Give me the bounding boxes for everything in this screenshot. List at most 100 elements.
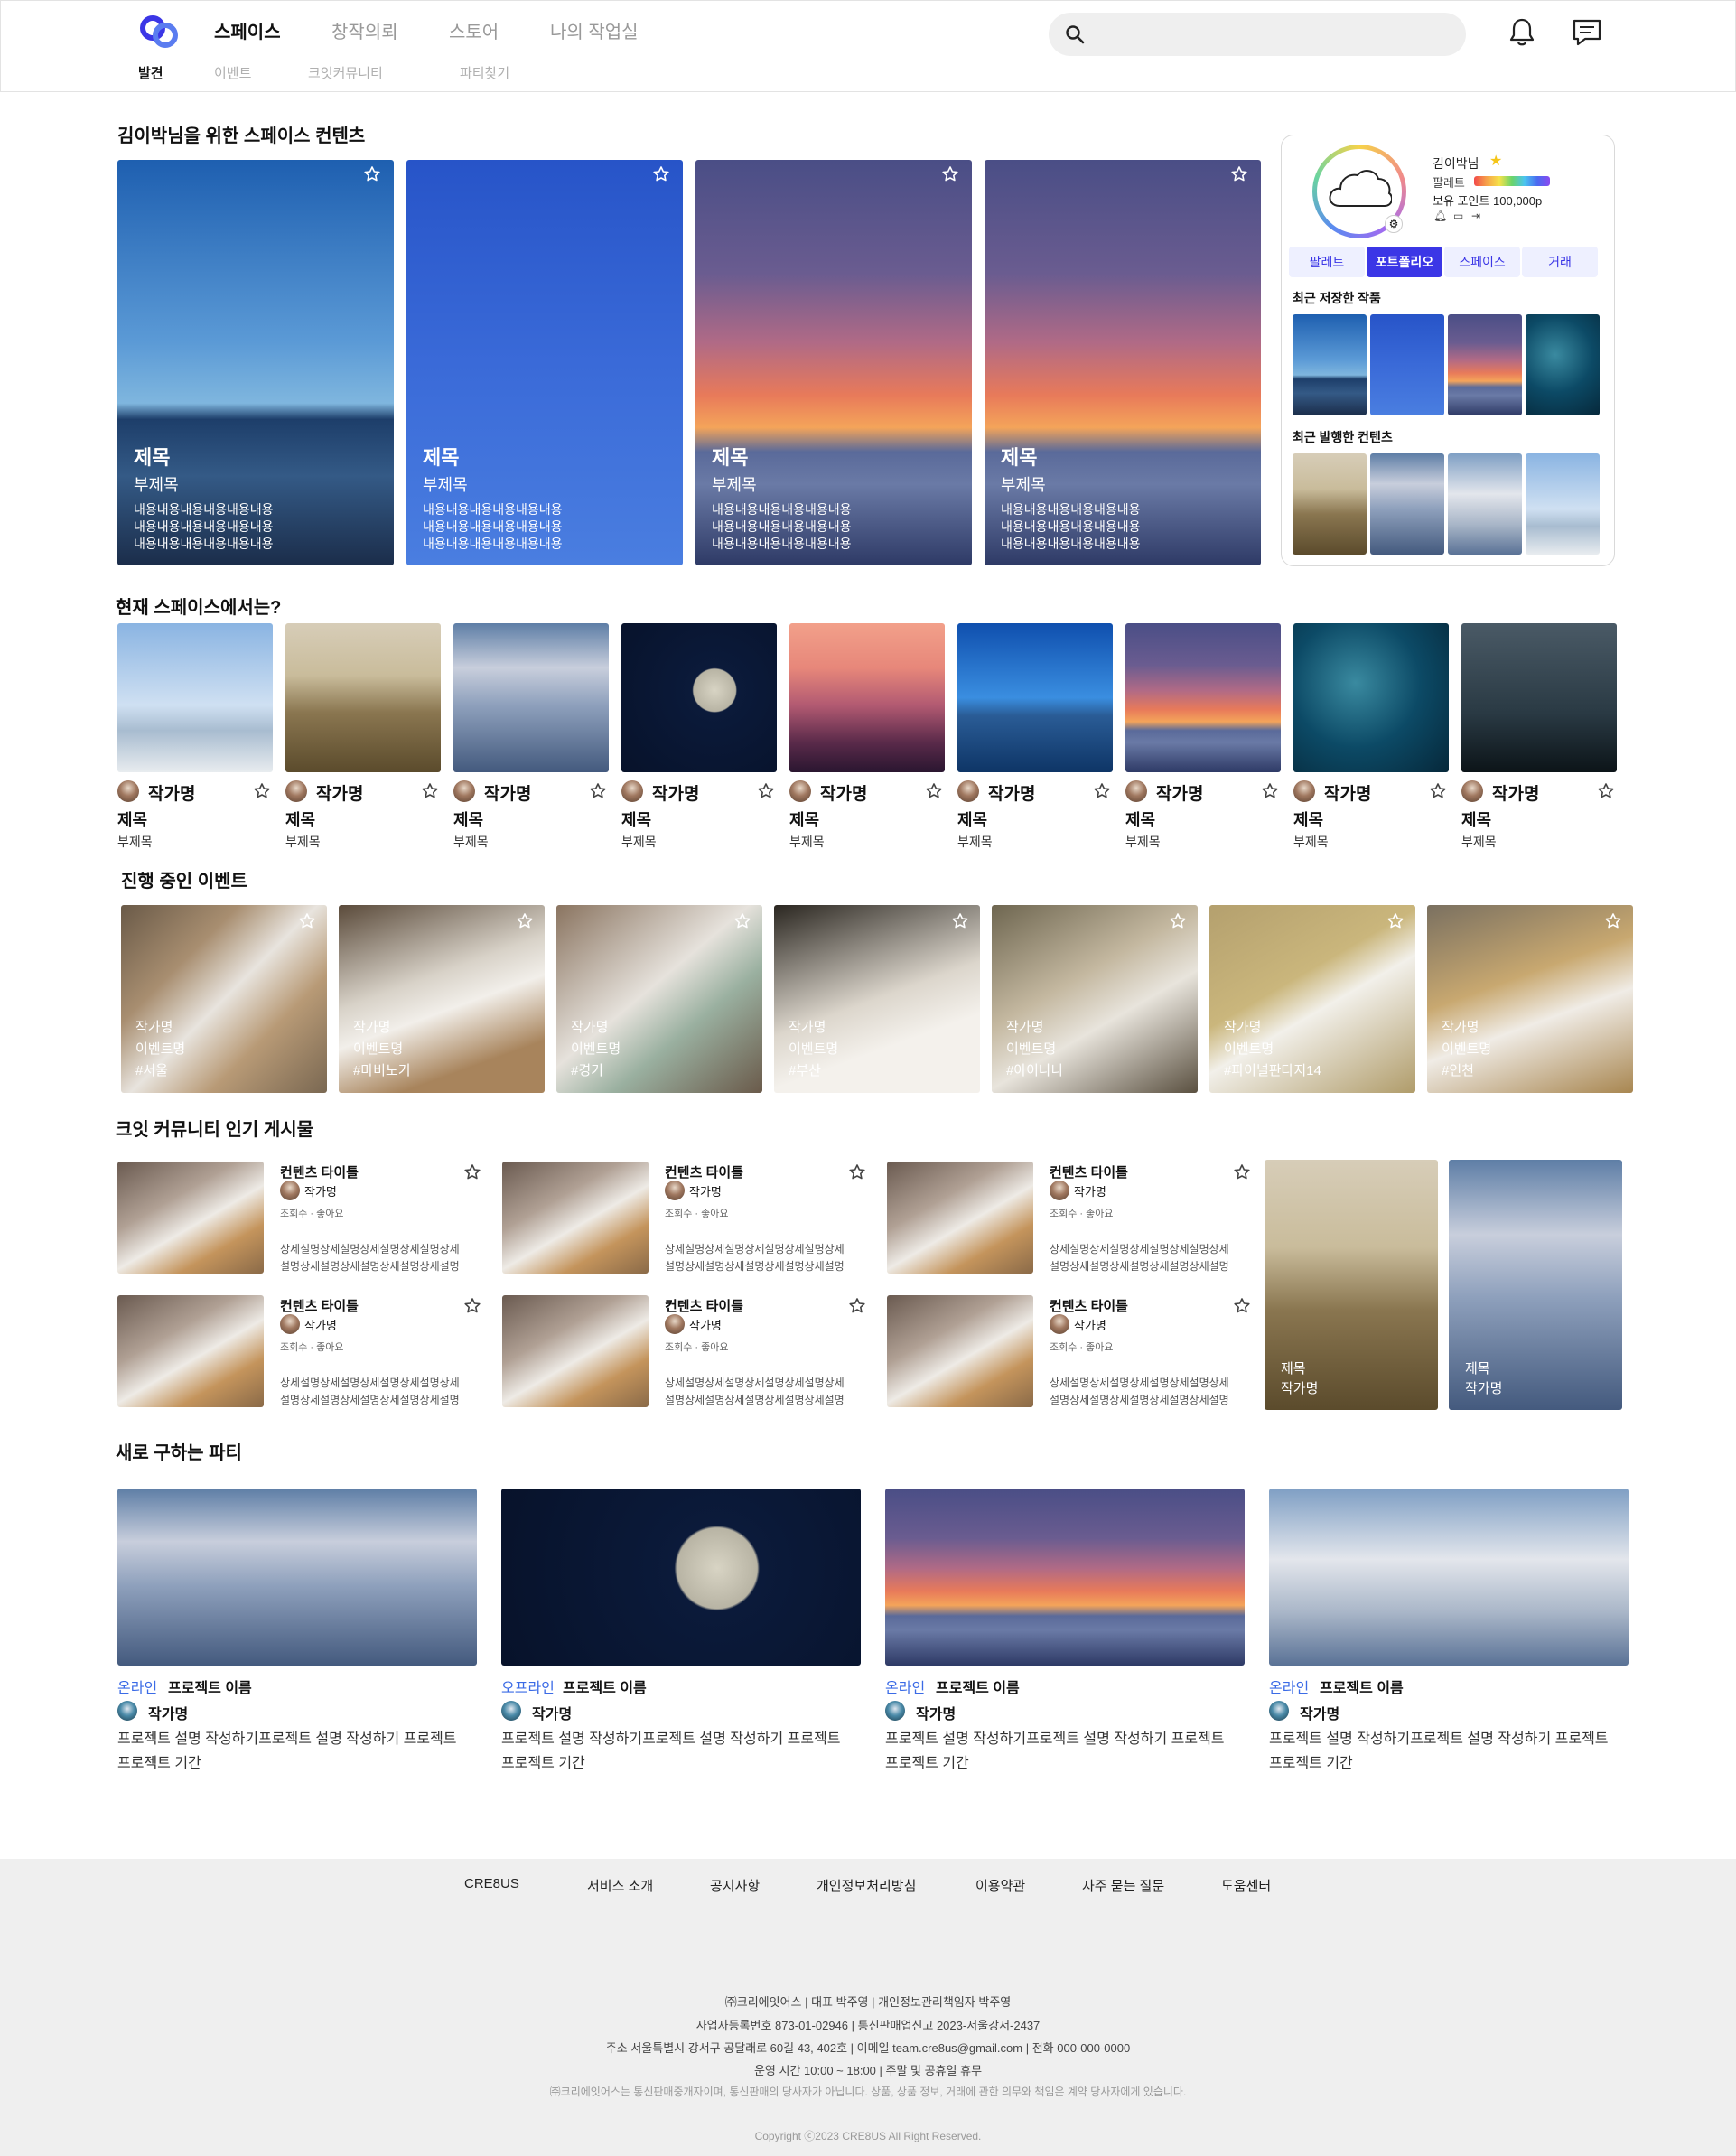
star-icon[interactable] [253,782,271,800]
subnav-event[interactable]: 이벤트 [214,63,251,82]
event-card[interactable]: 작가명 이벤트명 #마비노기 [339,905,545,1093]
logo-icon[interactable] [135,14,185,50]
author-name[interactable]: 작가명 [988,780,1035,805]
event-card[interactable]: 작가명 이벤트명 #경기 [556,905,762,1093]
space-item-image[interactable] [957,623,1113,772]
footer-link[interactable]: 서비스 소개 [587,1876,653,1895]
footer-link[interactable]: 개인정보처리방침 [817,1876,916,1895]
post-title[interactable]: 컨텐츠 타이틀 [665,1162,743,1181]
featured-post-card[interactable]: 제목 작가명 [1265,1160,1438,1410]
search-input[interactable] [1097,20,1450,49]
party-image[interactable] [501,1489,861,1666]
space-content-card[interactable]: 제목 부제목 내용내용내용내용내용내용 내용내용내용내용내용내용 내용내용내용내용내용내… [985,160,1261,565]
message-small-icon[interactable]: ▭ [1453,210,1463,222]
published-thumb[interactable] [1370,453,1444,555]
event-card[interactable]: 작가명 이벤트명 #인천 [1427,905,1633,1093]
nav-commission[interactable]: 창작의뢰 [331,17,398,43]
saved-work-thumb[interactable] [1526,314,1600,415]
author-name[interactable]: 작가명 [484,780,531,805]
bell-small-icon[interactable]: 🔔︎ [1433,210,1447,222]
star-icon[interactable] [1169,912,1187,930]
space-item-image[interactable] [453,623,609,772]
author-name[interactable]: 작가명 [652,780,699,805]
space-item-image[interactable] [285,623,441,772]
nav-store[interactable]: 스토어 [449,17,499,43]
space-item-image[interactable] [117,623,273,772]
star-icon[interactable] [516,912,534,930]
post-title[interactable]: 컨텐츠 타이틀 [280,1296,359,1315]
star-icon[interactable] [1230,165,1248,183]
nav-space[interactable]: 스페이스 [214,17,281,43]
post-title[interactable]: 컨텐츠 타이틀 [1050,1296,1128,1315]
space-content-card[interactable]: 제목 부제목 내용내용내용내용내용내용 내용내용내용내용내용내용 내용내용내용내용내용내… [695,160,972,565]
post-thumbnail[interactable] [502,1162,649,1274]
tab-palette[interactable]: 팔레트 [1289,247,1365,277]
author-name[interactable]: 작가명 [148,780,195,805]
gear-icon[interactable]: ⚙ [1385,215,1403,233]
post-thumbnail[interactable] [887,1295,1033,1407]
footer-link[interactable]: 도움센터 [1221,1876,1271,1895]
tab-space[interactable]: 스페이스 [1444,247,1520,277]
star-icon[interactable] [463,1163,481,1181]
space-item-image[interactable] [789,623,945,772]
post-title[interactable]: 컨텐츠 타이틀 [280,1162,359,1181]
star-icon[interactable] [951,912,969,930]
star-icon[interactable] [463,1297,481,1315]
author-name[interactable]: 작가명 [316,780,363,805]
bell-icon[interactable] [1504,14,1540,51]
author-name[interactable]: 작가명 [1156,780,1203,805]
star-icon[interactable] [925,782,943,800]
footer-link[interactable]: 자주 묻는 질문 [1082,1876,1164,1895]
published-thumb[interactable] [1293,453,1367,555]
published-thumb[interactable] [1526,453,1600,555]
star-icon[interactable] [652,165,670,183]
star-icon[interactable] [589,782,607,800]
star-icon[interactable] [1604,912,1622,930]
space-item-image[interactable] [1461,623,1617,772]
tab-portfolio[interactable]: 포트폴리오 [1367,247,1442,277]
event-card[interactable]: 작가명 이벤트명 #서울 [121,905,327,1093]
space-content-card[interactable]: 제목 부제목 내용내용내용내용내용내용 내용내용내용내용내용내용 내용내용내용내용내용내… [406,160,683,565]
star-icon[interactable] [733,912,751,930]
search-icon[interactable] [1065,24,1085,44]
saved-work-thumb[interactable] [1293,314,1367,415]
saved-work-thumb[interactable] [1448,314,1522,415]
party-project-name[interactable]: 프로젝트 이름 [1320,1675,1404,1697]
subnav-discover[interactable]: 발견 [138,63,163,82]
post-thumbnail[interactable] [887,1162,1033,1274]
author-name[interactable]: 작가명 [820,780,867,805]
star-icon[interactable] [1093,782,1111,800]
footer-link[interactable]: CRE8US [464,1876,519,1891]
star-icon[interactable] [298,912,316,930]
party-image[interactable] [1269,1489,1629,1666]
star-icon[interactable] [848,1163,866,1181]
avatar[interactable]: ⚙ [1312,145,1406,238]
author-name[interactable]: 작가명 [1492,780,1539,805]
subnav-party[interactable]: 파티찾기 [460,63,509,82]
star-icon[interactable] [1597,782,1615,800]
party-project-name[interactable]: 프로젝트 이름 [563,1675,647,1697]
author-name[interactable]: 작가명 [1324,780,1371,805]
event-card[interactable]: 작가명 이벤트명 #부산 [774,905,980,1093]
saved-work-thumb[interactable] [1370,314,1444,415]
event-card[interactable]: 작가명 이벤트명 #아이나나 [992,905,1198,1093]
post-title[interactable]: 컨텐츠 타이틀 [1050,1162,1128,1181]
footer-link[interactable]: 공지사항 [710,1876,760,1895]
nav-my-studio[interactable]: 나의 작업실 [550,17,639,43]
star-icon[interactable] [1233,1297,1251,1315]
star-icon[interactable] [1233,1163,1251,1181]
tab-trade[interactable]: 거래 [1522,247,1598,277]
event-card[interactable]: 작가명 이벤트명 #파이널판타지14 [1209,905,1415,1093]
star-icon[interactable] [941,165,959,183]
party-image[interactable] [885,1489,1245,1666]
space-item-image[interactable] [621,623,777,772]
star-icon[interactable] [1261,782,1279,800]
star-icon[interactable] [1429,782,1447,800]
party-project-name[interactable]: 프로젝트 이름 [936,1675,1020,1697]
post-thumbnail[interactable] [117,1295,264,1407]
published-thumb[interactable] [1448,453,1522,555]
space-content-card[interactable]: 제목 부제목 내용내용내용내용내용내용 내용내용내용내용내용내용 내용내용내용내용내용내… [117,160,394,565]
footer-link[interactable]: 이용약관 [975,1876,1025,1895]
featured-post-card[interactable]: 제목 작가명 [1449,1160,1622,1410]
subnav-community[interactable]: 크잇커뮤니티 [308,63,383,82]
